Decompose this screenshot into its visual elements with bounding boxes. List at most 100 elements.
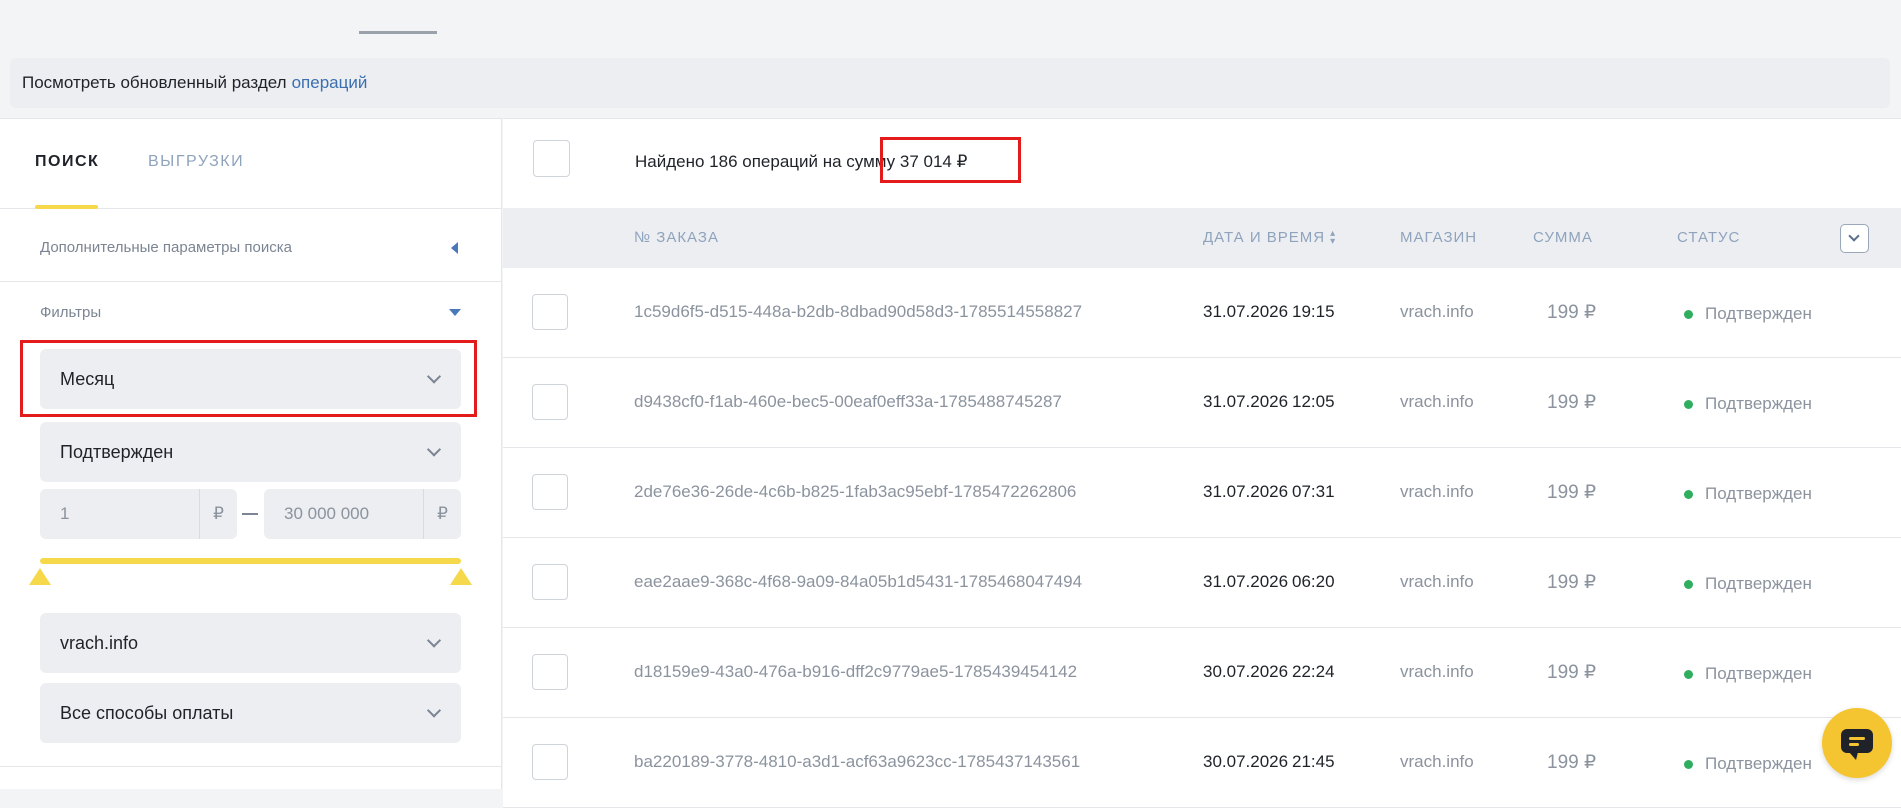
- ruble-icon: ₽: [423, 489, 461, 539]
- order-date: 31.07.2026: [1203, 572, 1289, 591]
- status-dot: [1684, 400, 1693, 409]
- order-id[interactable]: ba220189-3778-4810-a3d1-acf63a9623cc-178…: [634, 752, 1080, 772]
- order-status: Подтвержден: [1705, 484, 1812, 503]
- order-shop: vrach.info: [1400, 482, 1474, 501]
- filters-label: Фильтры: [40, 304, 102, 321]
- order-time: 07:31: [1292, 482, 1335, 501]
- order-shop: vrach.info: [1400, 752, 1474, 771]
- amount-from-input[interactable]: 1 ₽: [40, 489, 237, 539]
- status-dot: [1684, 760, 1693, 769]
- shop-value: vrach.info: [60, 632, 139, 653]
- highlight-box-period: [20, 340, 477, 417]
- order-id[interactable]: d9438cf0-f1ab-460e-bec5-00eaf0eff33a-178…: [634, 392, 1062, 412]
- order-sum: 199 ₽: [1547, 302, 1597, 323]
- row-checkbox[interactable]: [532, 564, 568, 600]
- order-sum: 199 ₽: [1547, 572, 1597, 593]
- updated-section-notice: Посмотреть обновленный раздел операций: [10, 58, 1890, 108]
- chat-icon: [1841, 729, 1873, 760]
- order-time: 22:24: [1292, 662, 1335, 681]
- column-status: СТАТУС: [1677, 229, 1741, 246]
- order-id[interactable]: 2de76e36-26de-4c6b-b825-1fab3ac95ebf-178…: [634, 482, 1076, 502]
- order-status: Подтвержден: [1705, 664, 1812, 683]
- order-id[interactable]: eae2aae9-368c-4f68-9a09-84a05b1d5431-178…: [634, 572, 1082, 592]
- order-date: 31.07.2026: [1203, 302, 1289, 321]
- column-sum: СУММА: [1533, 229, 1593, 246]
- row-checkbox[interactable]: [532, 654, 568, 690]
- column-order: № ЗАКАЗА: [634, 229, 719, 246]
- order-status: Подтвержден: [1705, 394, 1812, 413]
- chat-icon-line: [1849, 743, 1859, 746]
- order-date: 30.07.2026: [1203, 752, 1289, 771]
- order-shop: vrach.info: [1400, 392, 1474, 411]
- order-id[interactable]: 1c59d6f5-d515-448a-b2db-8dbad90d58d3-178…: [634, 302, 1082, 322]
- caret-down-icon: [449, 309, 461, 316]
- payment-method-value: Все способы оплаты: [60, 702, 234, 723]
- order-date: 30.07.2026: [1203, 662, 1289, 681]
- chat-icon-line: [1849, 737, 1865, 740]
- tab-exports[interactable]: ВЫГРУЗКИ: [148, 153, 244, 171]
- tab-search[interactable]: ПОИСК: [35, 153, 99, 171]
- notice-text: Посмотреть обновленный раздел: [22, 73, 287, 92]
- row-checkbox[interactable]: [532, 384, 568, 420]
- amount-from-value: 1: [60, 504, 70, 523]
- column-datetime[interactable]: ДАТА И ВРЕМЯ ▴ ▾: [1203, 229, 1336, 247]
- order-time: 19:15: [1292, 302, 1335, 321]
- sort-arrows-icon[interactable]: ▴ ▾: [1330, 229, 1336, 247]
- status-select[interactable]: Подтвержден: [40, 422, 461, 482]
- status-dot: [1684, 580, 1693, 589]
- column-datetime-label: ДАТА И ВРЕМЯ: [1203, 229, 1326, 246]
- sidebar-tabs: ПОИСК ВЫГРУЗКИ: [0, 119, 501, 209]
- chevron-down-icon: [426, 442, 442, 457]
- filters-header[interactable]: Фильтры: [0, 282, 502, 342]
- sidebar-divider: [0, 766, 502, 767]
- order-shop: vrach.info: [1400, 572, 1474, 591]
- order-sum: 199 ₽: [1547, 392, 1597, 413]
- order-shop: vrach.info: [1400, 302, 1474, 321]
- chat-button[interactable]: [1822, 708, 1892, 778]
- order-id[interactable]: d18159e9-43a0-476a-b916-dff2c9779ae5-178…: [634, 662, 1077, 682]
- chevron-down-icon: [426, 633, 442, 648]
- status-dot: [1684, 490, 1693, 499]
- select-all-checkbox[interactable]: [533, 140, 570, 177]
- row-checkbox[interactable]: [532, 294, 568, 330]
- order-date: 31.07.2026: [1203, 392, 1289, 411]
- amount-slider-track[interactable]: [40, 558, 461, 564]
- table-row[interactable]: ba220189-3778-4810-a3d1-acf63a9623cc-178…: [503, 718, 1901, 808]
- slider-min-handle[interactable]: [29, 568, 51, 585]
- amount-to-value: 30 000 000: [284, 504, 370, 523]
- chevron-down-icon: [426, 703, 442, 718]
- operations-link[interactable]: операций: [292, 73, 368, 93]
- order-date: 31.07.2026: [1203, 482, 1289, 501]
- advanced-search-section[interactable]: Дополнительные параметры поиска: [0, 216, 502, 282]
- chevron-down-icon: [1848, 230, 1860, 242]
- order-time: 21:45: [1292, 752, 1335, 771]
- order-status: Подтвержден: [1705, 574, 1812, 593]
- table-row[interactable]: eae2aae9-368c-4f68-9a09-84a05b1d5431-178…: [503, 538, 1901, 628]
- table-row[interactable]: 2de76e36-26de-4c6b-b825-1fab3ac95ebf-178…: [503, 448, 1901, 538]
- order-status: Подтвержден: [1705, 304, 1812, 323]
- row-checkbox[interactable]: [532, 744, 568, 780]
- shop-select[interactable]: vrach.info: [40, 613, 461, 673]
- slider-max-handle[interactable]: [450, 568, 472, 585]
- column-settings-button[interactable]: [1840, 224, 1869, 253]
- amount-to-input[interactable]: 30 000 000 ₽: [264, 489, 461, 539]
- table-row[interactable]: d9438cf0-f1ab-460e-bec5-00eaf0eff33a-178…: [503, 358, 1901, 448]
- payment-method-select[interactable]: Все способы оплаты: [40, 683, 461, 743]
- order-sum: 199 ₽: [1547, 662, 1597, 683]
- table-row[interactable]: 1c59d6f5-d515-448a-b2db-8dbad90d58d3-178…: [503, 268, 1901, 358]
- highlight-box-total: [880, 137, 1021, 183]
- order-sum: 199 ₽: [1547, 482, 1597, 503]
- status-dot: [1684, 670, 1693, 679]
- status-value: Подтвержден: [60, 441, 174, 462]
- order-time: 06:20: [1292, 572, 1335, 591]
- table-row[interactable]: d18159e9-43a0-476a-b916-dff2c9779ae5-178…: [503, 628, 1901, 718]
- order-status: Подтвержден: [1705, 754, 1812, 773]
- active-tab-indicator: [35, 205, 98, 209]
- order-time: 12:05: [1292, 392, 1335, 411]
- active-top-tab-indicator: [359, 31, 437, 34]
- advanced-search-label: Дополнительные параметры поиска: [40, 239, 292, 256]
- column-shop: МАГАЗИН: [1400, 229, 1478, 246]
- ruble-icon: ₽: [199, 489, 237, 539]
- range-separator: [242, 513, 258, 515]
- row-checkbox[interactable]: [532, 474, 568, 510]
